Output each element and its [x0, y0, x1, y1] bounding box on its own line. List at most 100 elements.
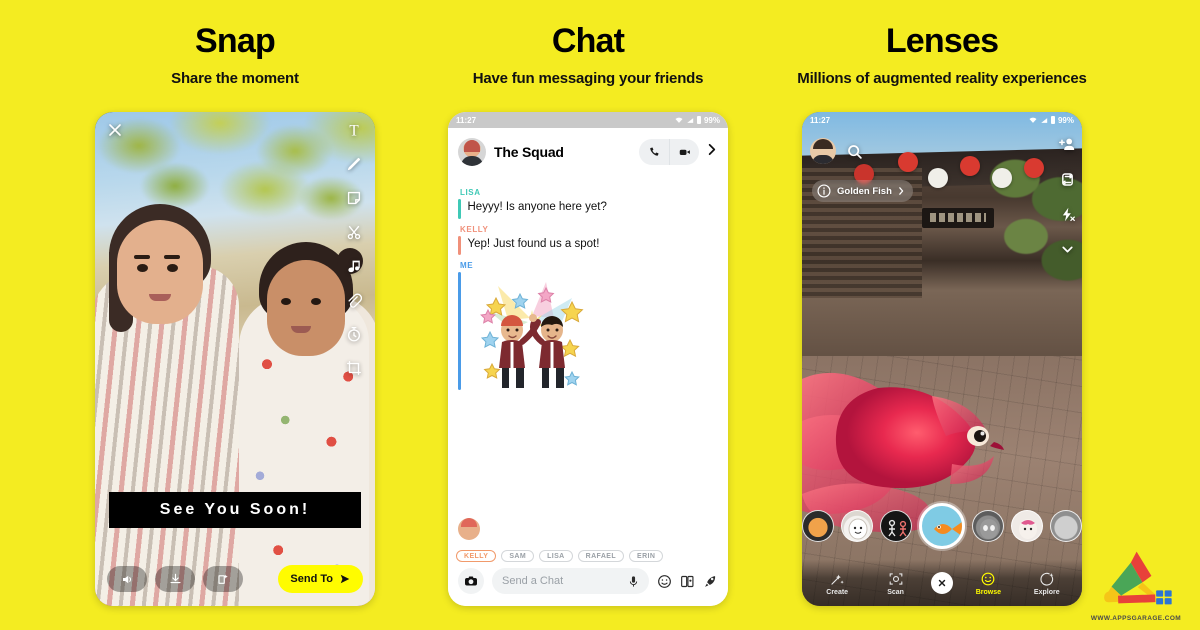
- chat-message-list: LISA Heyyy! Is anyone here yet? KELLY Ye…: [448, 176, 728, 532]
- draw-pen-icon[interactable]: [344, 154, 364, 174]
- bitmoji-high-five-sticker[interactable]: [468, 272, 598, 390]
- camera-icon[interactable]: [458, 568, 484, 594]
- sticker-icon[interactable]: [344, 188, 364, 208]
- lens-name-badge[interactable]: Golden Fish: [812, 180, 913, 202]
- lens-thumb-5[interactable]: [972, 510, 1004, 542]
- group-avatar[interactable]: [458, 138, 486, 166]
- send-arrow-icon: [340, 574, 350, 584]
- status-time: 11:27: [456, 115, 477, 125]
- phone-call-icon[interactable]: [639, 139, 669, 165]
- snap-tool-rail: T: [341, 120, 367, 378]
- paperclip-icon[interactable]: [344, 290, 364, 310]
- info-icon: [817, 184, 831, 198]
- scissors-icon[interactable]: [344, 222, 364, 242]
- add-friend-icon[interactable]: [1059, 136, 1076, 153]
- message-sender: KELLY: [460, 224, 489, 234]
- golden-fish-lens[interactable]: [919, 503, 965, 549]
- download-icon[interactable]: [155, 566, 195, 592]
- nav-label: Browse: [975, 588, 1001, 596]
- friend-chip-row: KELLY SAM LISA RAFAEL ERIN: [448, 546, 728, 562]
- friend-chip-sam[interactable]: SAM: [501, 550, 535, 562]
- search-icon[interactable]: [846, 143, 863, 160]
- battery-icon: [696, 116, 701, 124]
- status-bar-lenses: 11:27 99%: [802, 112, 1082, 128]
- lens-thumb-6[interactable]: [1011, 510, 1043, 542]
- chat-footer: KELLY SAM LISA RAFAEL ERIN Send a Chat: [448, 518, 728, 606]
- phone-lenses: 11:27 99% Golden Fish Create Scan Browse…: [802, 112, 1082, 606]
- send-to-label: Send To: [290, 573, 333, 585]
- message-accent-bar: [458, 235, 461, 256]
- rocket-icon[interactable]: [703, 574, 718, 589]
- close-icon[interactable]: [930, 572, 953, 594]
- lens-thumb-2[interactable]: [841, 510, 873, 542]
- snap-topbar: [95, 112, 375, 152]
- status-time: 11:27: [810, 115, 831, 125]
- page-subtitle-chat: Have fun messaging your friends: [472, 70, 704, 87]
- snap-bottom-bar: Send To: [95, 562, 375, 596]
- wifi-icon: [1029, 117, 1037, 123]
- volume-icon[interactable]: [107, 566, 147, 592]
- page-title-lenses: Lenses: [885, 22, 999, 60]
- signal-icon: [687, 117, 694, 123]
- snap-caption-banner[interactable]: See You Soon!: [109, 492, 361, 528]
- watermark: WWW.APPSGARAGE.COM: [1082, 547, 1190, 622]
- friend-chip-rafael[interactable]: RAFAEL: [577, 550, 625, 562]
- page-title-chat: Chat: [551, 22, 625, 60]
- flash-off-icon[interactable]: [1059, 206, 1076, 223]
- microphone-icon[interactable]: [628, 575, 639, 588]
- crop-icon[interactable]: [344, 358, 364, 378]
- lens-thumb-3[interactable]: [880, 510, 912, 542]
- sticker-card-icon[interactable]: [680, 574, 695, 589]
- friend-chip-lisa[interactable]: LISA: [539, 550, 573, 562]
- column-lenses: Lenses Millions of augmented reality exp…: [742, 0, 1142, 630]
- message-text: Yep! Just found us a spot!: [467, 237, 600, 250]
- message-sender: ME: [460, 261, 474, 271]
- phone-chat: 11:27 99% The Squad LISA Heyyy! Is anyon…: [448, 112, 728, 606]
- chat-message: LISA Heyyy! Is anyone here yet?: [458, 188, 718, 219]
- chevron-right-icon[interactable]: [705, 142, 718, 162]
- wifi-icon: [675, 117, 683, 123]
- text-tool-icon[interactable]: T: [344, 120, 364, 140]
- music-note-icon[interactable]: [344, 256, 364, 276]
- nav-create[interactable]: Create: [814, 571, 860, 596]
- message-text: Heyyy! Is anyone here yet?: [467, 201, 607, 213]
- message-sender: LISA: [460, 188, 481, 197]
- video-camera-icon[interactable]: [669, 139, 699, 165]
- message-accent-bar: [458, 272, 461, 391]
- lens-name-label: Golden Fish: [837, 185, 892, 197]
- timer-icon[interactable]: [344, 324, 364, 344]
- chat-message: ME: [458, 261, 718, 391]
- call-actions: [639, 139, 699, 165]
- send-to-button[interactable]: Send To: [278, 565, 363, 593]
- nav-label: Create: [826, 588, 849, 596]
- chat-input-placeholder: Send a Chat: [502, 575, 564, 587]
- chevron-right-icon: [899, 187, 904, 195]
- lens-thumb-7[interactable]: [1050, 510, 1082, 542]
- nav-label: Explore: [1033, 588, 1060, 596]
- nav-browse[interactable]: Browse: [965, 571, 1011, 596]
- nav-label: Scan: [887, 588, 904, 596]
- battery-icon: [1050, 116, 1055, 124]
- close-icon[interactable]: [107, 122, 123, 138]
- column-snap: Snap Share the moment T See You Soon! Se…: [35, 0, 435, 630]
- search-input[interactable]: Send a Chat: [492, 568, 649, 594]
- phone-snap: T See You Soon! Send To: [95, 112, 375, 606]
- chevron-down-icon[interactable]: [1059, 241, 1076, 258]
- flip-camera-icon[interactable]: [1059, 171, 1076, 188]
- lens-carousel: [802, 498, 1082, 554]
- nav-explore[interactable]: Explore: [1024, 571, 1070, 596]
- lenses-right-rail: [1059, 136, 1076, 258]
- signal-icon: [1041, 117, 1048, 123]
- nav-scan[interactable]: Scan: [873, 571, 919, 596]
- add-story-icon[interactable]: [203, 566, 243, 592]
- snap-photo: [95, 112, 375, 606]
- page-subtitle-snap: Share the moment: [171, 70, 299, 87]
- lenses-bottom-nav: Create Scan Browse Explore: [802, 560, 1082, 606]
- message-accent-bar: [458, 199, 461, 219]
- lens-thumb-1[interactable]: [802, 510, 834, 542]
- profile-avatar[interactable]: [810, 138, 836, 164]
- friend-chip-erin[interactable]: ERIN: [629, 550, 664, 562]
- emoji-icon[interactable]: [657, 574, 672, 589]
- friend-chip-kelly[interactable]: KELLY: [456, 550, 497, 562]
- chat-title: The Squad: [494, 144, 564, 160]
